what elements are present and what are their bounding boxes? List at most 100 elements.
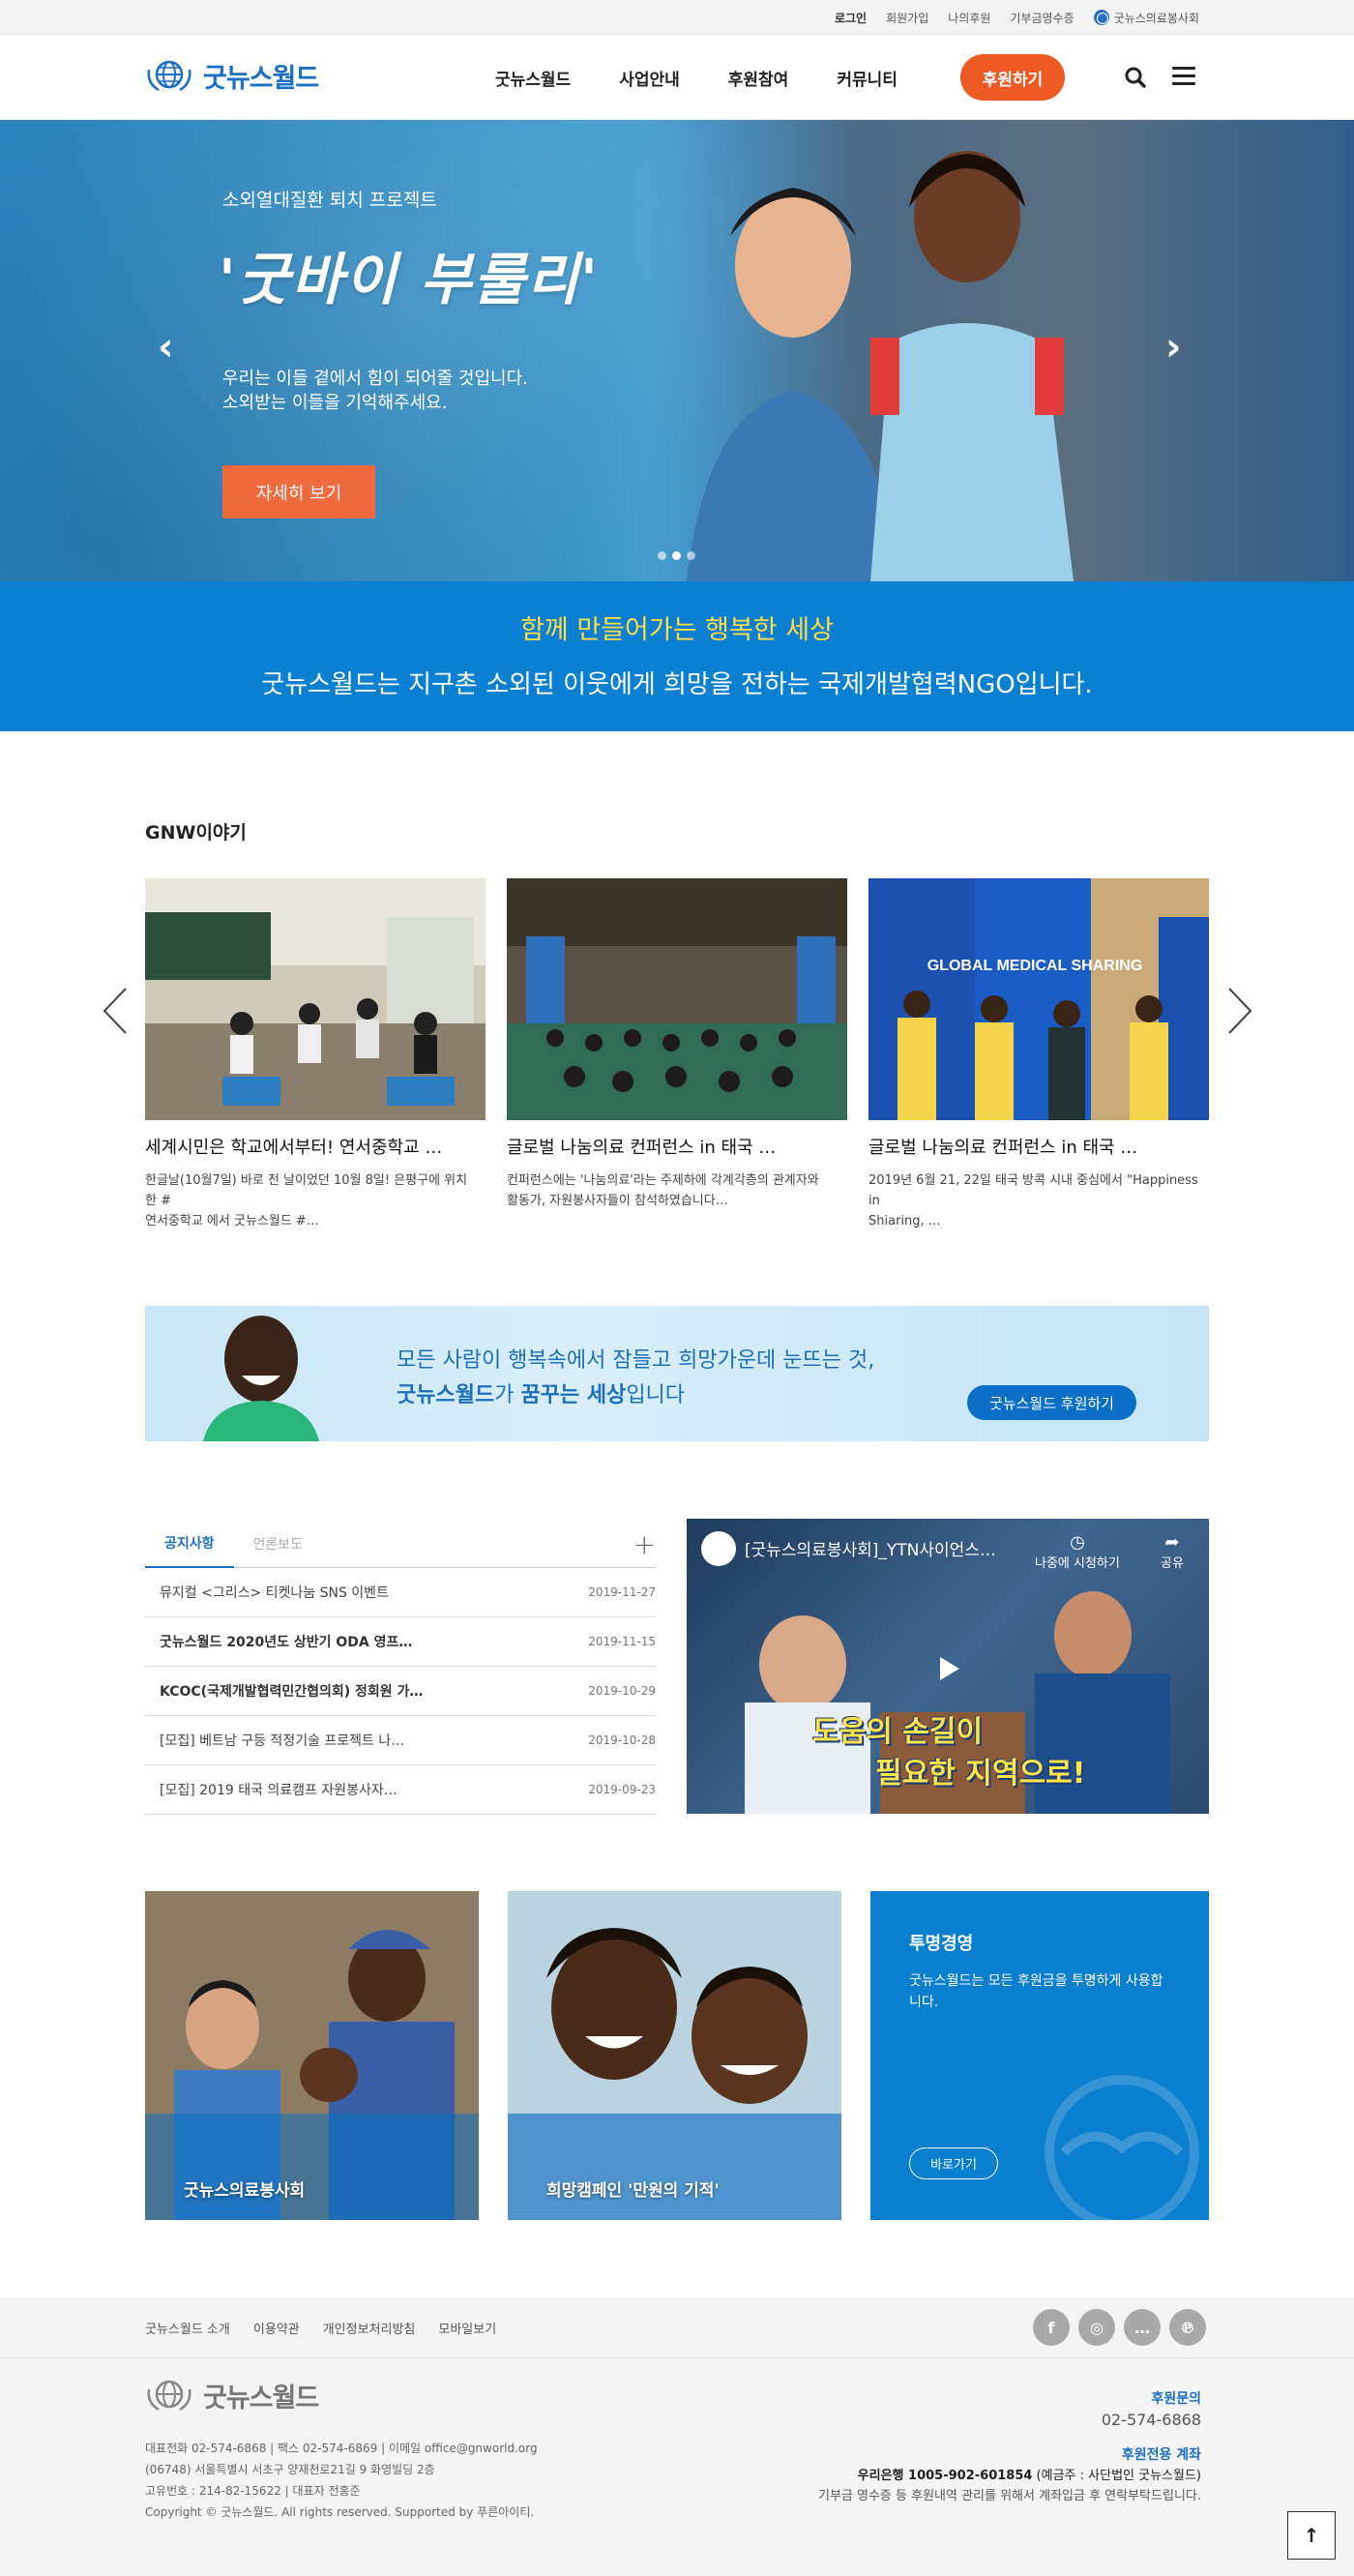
tile-go-button[interactable]: 바로가기: [909, 2147, 998, 2179]
nav-support[interactable]: 후원참여: [728, 66, 789, 90]
my-donation-link[interactable]: 나의후원: [948, 10, 990, 26]
tab-notices[interactable]: 공지사항: [145, 1519, 234, 1568]
nav-business[interactable]: 사업안내: [619, 66, 680, 90]
summary-line: 연서중학교 에서 굿뉴스월드 #…: [145, 1214, 319, 1229]
notice-date: 2019-10-28: [588, 1733, 656, 1747]
instagram-icon[interactable]: ◎: [1078, 2309, 1115, 2346]
blog-icon[interactable]: …: [1124, 2309, 1161, 2346]
footer-address-line: (06748) 서울특별시 서초구 양재천로21길 9 화영빌딩 2층: [145, 2463, 435, 2476]
banner-donate-button[interactable]: 굿뉴스월드 후원하기: [967, 1385, 1136, 1420]
tab-press[interactable]: 언론보도: [234, 1519, 323, 1568]
notice-row[interactable]: [모집] 베트남 구등 적정기술 프로젝트 나… 2019-10-28: [145, 1716, 656, 1765]
stories-prev-arrow-icon[interactable]: [101, 987, 130, 1035]
banner-ending: 입니다: [626, 1383, 686, 1407]
notice-title: KCOC(국제개발협력민간협의회) 정회원 가…: [160, 1684, 424, 1700]
notice-row[interactable]: 굿뉴스월드 2020년도 상반기 ODA 영프… 2019-11-15: [145, 1617, 656, 1667]
footer-registration-line: 고유번호 : 214-82-15622 | 대표자 전홍준: [145, 2484, 361, 2498]
notice-date: 2019-11-15: [588, 1635, 656, 1648]
hero-dot-3[interactable]: [687, 551, 695, 560]
notice-date: 2019-10-29: [588, 1684, 656, 1698]
story-card-title[interactable]: 글로벌 나눔의료 컨퍼런스 in 태국 …: [868, 1134, 1209, 1159]
conference-sign-text: GLOBAL MEDICAL SHARING: [927, 958, 1143, 974]
share-button[interactable]: ➦ 공유: [1161, 1532, 1184, 1571]
tile-campaign-image: [508, 1891, 841, 2220]
banner-particle: 가: [494, 1383, 521, 1407]
receipt-link[interactable]: 기부금영수증: [1010, 10, 1074, 26]
notice-title: 뮤지컬 <그리스> 티켓나눔 SNS 이벤트: [160, 1585, 389, 1601]
stories-next-arrow-icon[interactable]: [1225, 987, 1254, 1035]
facebook-icon[interactable]: f: [1033, 2309, 1070, 2346]
channel-logo[interactable]: [701, 1531, 736, 1566]
hero-next-arrow-icon[interactable]: ›: [1165, 325, 1181, 370]
play-icon[interactable]: [928, 1649, 967, 1688]
summary-line: 한글날(10월7일) 바로 전 날이었던 10월 8일! 은평구에 위치한 #: [145, 1173, 468, 1208]
notice-date: 2019-11-27: [588, 1585, 656, 1599]
vision-banner[interactable]: 모든 사람이 행복속에서 잠들고 희망가운데 눈뜨는 것, 굿뉴스월드가 꿈꾸는…: [145, 1306, 1209, 1441]
notice-row[interactable]: KCOC(국제개발협력민간협의회) 정회원 가… 2019-10-29: [145, 1667, 656, 1716]
medical-volunteer-label: 굿뉴스의료봉사회: [1113, 11, 1199, 25]
medical-volunteer-link[interactable]: 굿뉴스의료봉사회: [1093, 10, 1199, 26]
share-label: 공유: [1161, 1556, 1184, 1571]
notice-board: 공지사항 언론보도 + 뮤지컬 <그리스> 티켓나눔 SNS 이벤트 2019-1…: [145, 1519, 656, 1815]
footer-mobile-link[interactable]: 모바일보기: [438, 2319, 496, 2337]
logo-globe-icon: [147, 60, 191, 92]
summary-line: 컨퍼런스에는 '나눔의료'라는 주제하에 각계각층의 관계자와: [507, 1173, 819, 1188]
footer-about-link[interactable]: 굿뉴스월드 소개: [145, 2319, 230, 2337]
donation-account-label: 후원전용 계좌: [1121, 2447, 1201, 2463]
story-card[interactable]: 세계시민은 학교에서부터! 연서중학교 … 한글날(10월7일) 바로 전 날이…: [145, 878, 486, 1231]
site-logo[interactable]: 굿뉴스월드: [145, 56, 319, 95]
scroll-top-button[interactable]: ↑: [1287, 2511, 1336, 2560]
nav-community[interactable]: 커뮤니티: [837, 66, 898, 90]
donation-inquiry-tel: 02-574-6868: [1101, 2411, 1201, 2429]
mission-statement: 굿뉴스월드는 지구촌 소외된 이웃에게 희망을 전하는 국제개발협력NGO입니다…: [261, 670, 1093, 699]
footer-terms-link[interactable]: 이용약관: [253, 2319, 300, 2337]
donation-inquiry-label: 후원문의: [1151, 2391, 1201, 2407]
notice-date: 2019-09-23: [588, 1783, 656, 1796]
footer-privacy-link[interactable]: 개인정보처리방침: [323, 2319, 416, 2337]
hero-desc-line2: 소외받는 이들을 기억해주세요.: [222, 393, 448, 413]
signup-link[interactable]: 회원가입: [886, 10, 928, 26]
donate-button[interactable]: 후원하기: [960, 54, 1065, 101]
notice-title: 굿뉴스월드 2020년도 상반기 ODA 영프…: [160, 1635, 413, 1650]
donation-account: 우리은행 1005-902-601854 (예금주 : 사단법인 굿뉴스월드): [818, 2466, 1201, 2486]
main-nav: 굿뉴스월드 사업안내 후원참여 커뮤니티: [495, 35, 898, 120]
hero-kicker: 소외열대질환 퇴치 프로젝트: [222, 190, 437, 211]
notice-row[interactable]: 뮤지컬 <그리스> 티켓나눔 SNS 이벤트 2019-11-27: [145, 1568, 656, 1617]
footer-contact-line: 대표전화 02-574-6868 | 팩스 02-574-6869 | 이메일 …: [145, 2442, 538, 2455]
hero-photo: [648, 120, 1354, 581]
footer-donation-info: 후원문의 02-574-6868 후원전용 계좌 우리은행 1005-902-6…: [818, 2389, 1201, 2506]
utility-links: 로그인 회원가입 나의후원 기부금영수증 굿뉴스의료봉사회: [835, 0, 1199, 35]
tile-label: 희망캠페인 '만원의 기적': [546, 2181, 720, 2201]
story-card-title[interactable]: 글로벌 나눔의료 컨퍼런스 in 태국 …: [507, 1134, 847, 1159]
story-card[interactable]: 글로벌 나눔의료 컨퍼런스 in 태국 … 컨퍼런스에는 '나눔의료'라는 주제…: [507, 878, 847, 1211]
notice-tabs: 공지사항 언론보도 +: [145, 1519, 656, 1568]
post-icon[interactable]: ℗: [1169, 2309, 1206, 2346]
logo-text: 굿뉴스월드: [203, 63, 319, 94]
hero-prev-arrow-icon[interactable]: ‹: [158, 325, 173, 370]
hero-dot-1[interactable]: [658, 551, 666, 560]
login-link[interactable]: 로그인: [835, 10, 867, 26]
video-embed[interactable]: [굿뉴스의료봉사회]_YTN사이언스… ◷ 나중에 시청하기 ➦ 공유 도움의 손길…: [687, 1519, 1209, 1814]
watch-later-button[interactable]: ◷ 나중에 시청하기: [1035, 1532, 1120, 1571]
main-header: 굿뉴스월드 굿뉴스월드 사업안내 후원참여 커뮤니티 후원하기: [0, 35, 1354, 120]
tile-medical-volunteer[interactable]: 굿뉴스의료봉사회: [145, 1891, 479, 2220]
story-card-summary: 컨퍼런스에는 '나눔의료'라는 주제하에 각계각층의 관계자와 활동가, 자원봉…: [507, 1170, 840, 1211]
footer-copyright: Copyright © 굿뉴스월드. All rights reserved. …: [145, 2505, 535, 2519]
hero-pagination: [658, 551, 695, 560]
hero-dot-2[interactable]: [672, 551, 681, 560]
search-icon[interactable]: [1122, 64, 1149, 91]
notice-row[interactable]: [모집] 2019 태국 의료캠프 자원봉사자… 2019-09-23: [145, 1765, 656, 1815]
tile-label: 굿뉴스의료봉사회: [184, 2181, 306, 2201]
banner-line2: 굿뉴스월드가 꿈꾸는 세상입니다: [397, 1377, 685, 1408]
more-plus-icon[interactable]: +: [633, 1528, 656, 1560]
notice-title: [모집] 2019 태국 의료캠프 자원봉사자…: [160, 1783, 397, 1798]
story-card-title[interactable]: 세계시민은 학교에서부터! 연서중학교 …: [145, 1134, 486, 1159]
nav-goodnews-world[interactable]: 굿뉴스월드: [495, 66, 571, 90]
story-card[interactable]: GLOBAL MEDICAL SHARING 글로벌 나눔의료 컨퍼런스 in …: [868, 878, 1209, 1231]
hero-more-button[interactable]: 자세히 보기: [222, 465, 375, 518]
hamburger-menu-icon[interactable]: [1172, 67, 1195, 88]
story-card-image: [507, 878, 847, 1120]
tile-hope-campaign[interactable]: 희망캠페인 '만원의 기적': [508, 1891, 841, 2220]
video-title[interactable]: [굿뉴스의료봉사회]_YTN사이언스…: [745, 1536, 1035, 1560]
site-footer: 굿뉴스월드 대표전화 02-574-6868 | 팩스 02-574-6869 …: [0, 2358, 1354, 2576]
